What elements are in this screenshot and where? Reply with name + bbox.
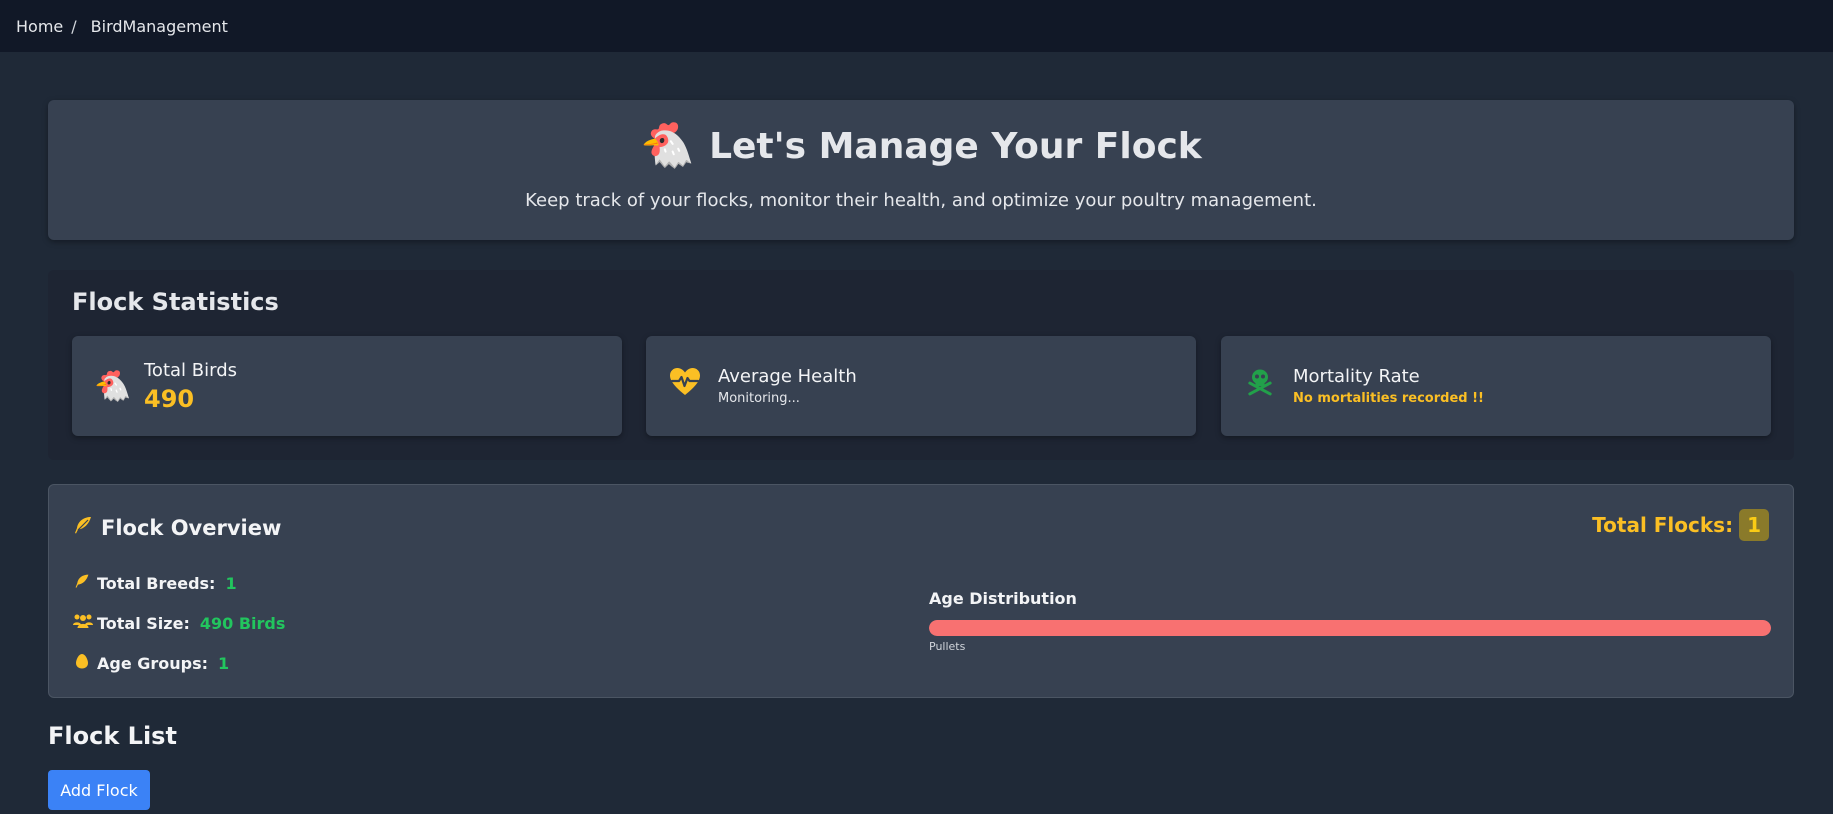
users-icon (73, 613, 93, 633)
page-title: 🐔 Let's Manage Your Flock (48, 124, 1794, 168)
average-health-card: Average Health Monitoring... (646, 336, 1196, 436)
breadcrumb-current[interactable]: BirdManagement (91, 17, 228, 36)
egg-icon (73, 653, 91, 673)
total-size-label: Total Size: (97, 613, 190, 633)
age-groups-row: Age Groups: 1 (73, 653, 229, 673)
add-flock-button[interactable]: Add Flock (48, 770, 150, 810)
age-distribution-title: Age Distribution (929, 589, 1077, 608)
total-breeds-label: Total Breeds: (97, 573, 216, 593)
age-distribution-segment-pullets (929, 620, 1771, 636)
age-distribution-segment-label: Pullets (929, 640, 966, 653)
total-birds-label: Total Birds (144, 359, 237, 381)
feather-icon (73, 515, 93, 540)
flock-overview-title-text: Flock Overview (101, 515, 282, 540)
average-health-label: Average Health (718, 366, 857, 387)
chicken-icon: 🐔 (640, 120, 696, 171)
total-size-row: Total Size: 490 Birds (73, 613, 285, 633)
skull-crossbones-icon (1243, 366, 1277, 406)
chicken-icon: 🐔 (94, 368, 132, 404)
hero-banner: 🐔 Let's Manage Your Flock Keep track of … (48, 100, 1794, 240)
age-distribution: Age Distribution Pullets (929, 589, 1771, 653)
mortality-rate-card: Mortality Rate No mortalities recorded !… (1221, 336, 1771, 436)
total-breeds-row: Total Breeds: 1 (73, 573, 237, 593)
breadcrumb: Home / BirdManagement (0, 0, 1833, 52)
flock-overview-panel: Flock Overview Total Flocks: 1 Total Bre… (48, 484, 1794, 698)
flock-statistics-section: Flock Statistics 🐔 Total Birds 490 Avera… (48, 270, 1794, 460)
page-title-text: Let's Manage Your Flock (709, 125, 1202, 167)
breadcrumb-home-link[interactable]: Home (16, 17, 63, 36)
flock-list-heading: Flock List (48, 722, 177, 750)
total-birds-card: 🐔 Total Birds 490 (72, 336, 622, 436)
total-flocks-label: Total Flocks: (1592, 513, 1734, 537)
total-flocks-badge: 1 (1739, 509, 1769, 541)
mortality-rate-label: Mortality Rate (1293, 366, 1420, 387)
total-flocks: Total Flocks: 1 (1592, 509, 1769, 541)
age-groups-value: 1 (218, 653, 230, 673)
flock-overview-title: Flock Overview (73, 515, 281, 540)
breadcrumb-separator: / (71, 16, 77, 36)
total-breeds-value: 1 (225, 573, 237, 593)
feather-icon (73, 573, 91, 593)
total-birds-value: 490 (144, 384, 195, 413)
age-distribution-bar (929, 620, 1771, 636)
mortality-rate-value: No mortalities recorded !! (1293, 391, 1484, 406)
total-size-value: 490 Birds (199, 613, 286, 633)
flock-statistics-heading: Flock Statistics (72, 288, 279, 316)
average-health-value: Monitoring... (718, 391, 800, 406)
page-subtitle: Keep track of your flocks, monitor their… (525, 190, 1317, 211)
age-groups-label: Age Groups: (97, 653, 209, 673)
heartbeat-icon (668, 367, 702, 405)
